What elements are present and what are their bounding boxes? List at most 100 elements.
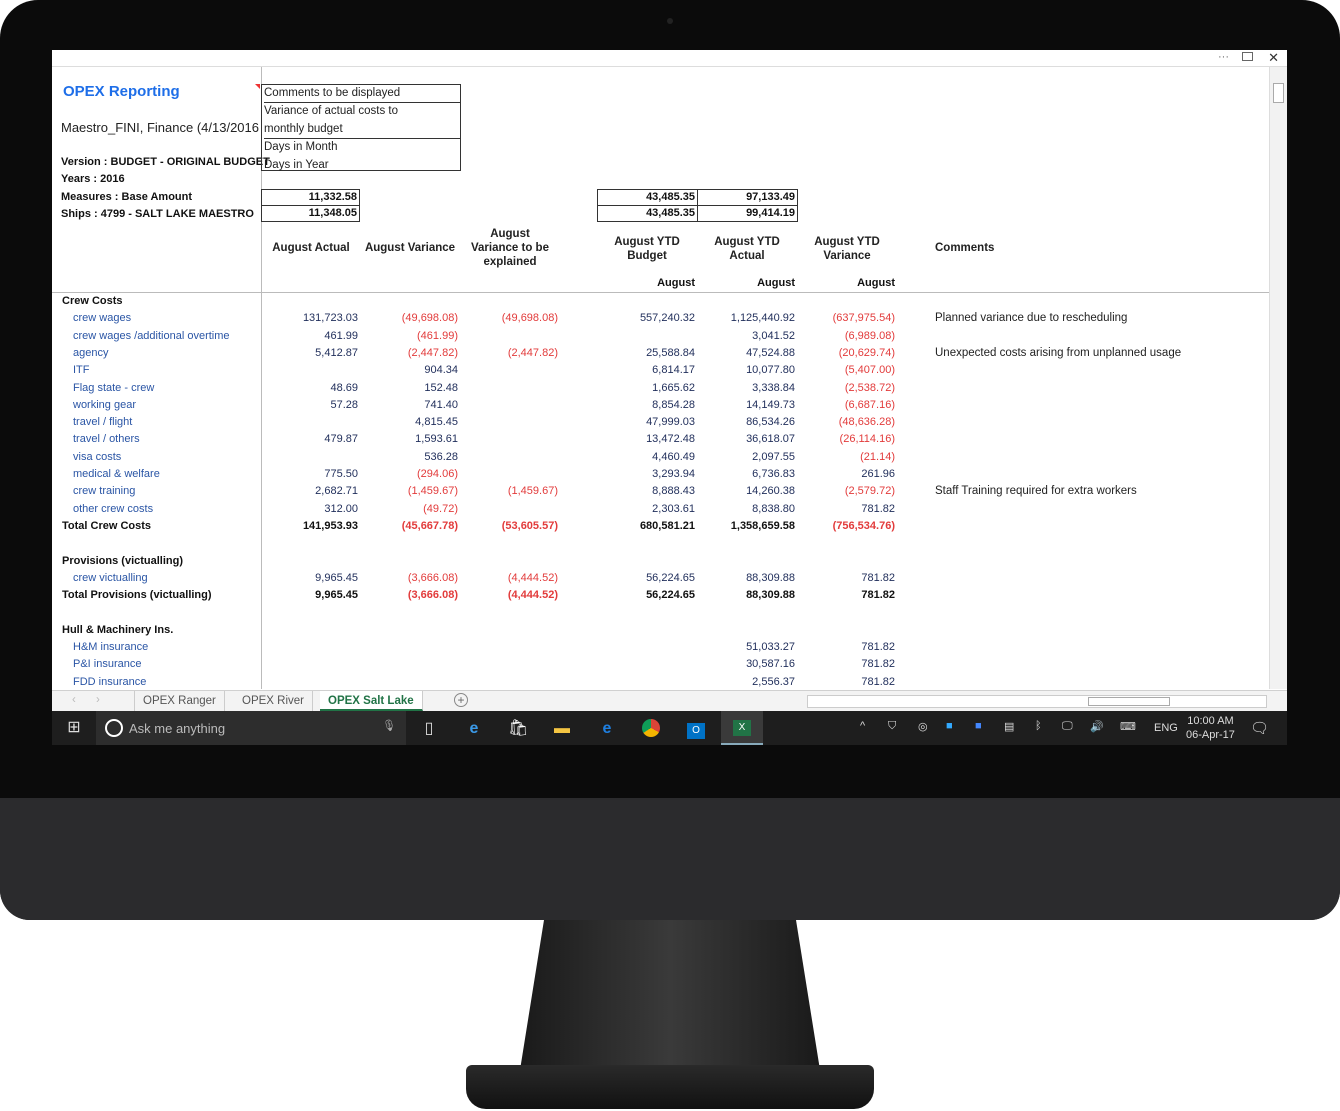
cell-ytd-variance[interactable]: 781.82 xyxy=(785,589,895,601)
cell-ytd-variance[interactable]: (637,975.54) xyxy=(785,312,895,324)
store-icon[interactable]: 🛍 xyxy=(508,719,528,739)
excel-taskbar-button[interactable]: X xyxy=(721,711,763,745)
restore-button[interactable] xyxy=(1242,52,1253,61)
cell-ytd-budget[interactable]: 56,224.65 xyxy=(585,572,695,584)
cell-ytd-actual[interactable]: 2,097.55 xyxy=(685,451,795,463)
cell-variance[interactable]: (3,666.08) xyxy=(348,589,458,601)
cell-ytd-budget[interactable]: 47,999.03 xyxy=(585,416,695,428)
cell-variance[interactable]: 4,815.45 xyxy=(348,416,458,428)
cell-variance[interactable]: 904.34 xyxy=(348,364,458,376)
action-center-icon[interactable]: 🗨 xyxy=(1250,719,1269,737)
cell-comment[interactable]: Unexpected costs arising from unplanned … xyxy=(935,347,1181,359)
cell-variance[interactable]: (45,667.78) xyxy=(348,520,458,532)
cell-ytd-actual[interactable]: 88,309.88 xyxy=(685,572,795,584)
cell-variance[interactable]: (49.72) xyxy=(348,503,458,515)
edge-icon[interactable]: e xyxy=(597,719,617,739)
cell-actual[interactable]: 48.69 xyxy=(248,382,358,394)
cell-ytd-actual[interactable]: 6,736.83 xyxy=(685,468,795,480)
cell-actual[interactable]: 2,682.71 xyxy=(248,485,358,497)
cell-variance[interactable]: 741.40 xyxy=(348,399,458,411)
cell-actual[interactable]: 5,412.87 xyxy=(248,347,358,359)
cell-ytd-actual[interactable]: 1,125,440.92 xyxy=(685,312,795,324)
search-box[interactable]: Ask me anything 🎙 xyxy=(96,711,406,745)
cell-explain[interactable]: (49,698.08) xyxy=(448,312,558,324)
cell-ytd-budget[interactable]: 8,888.43 xyxy=(585,485,695,497)
cell-ytd-budget[interactable]: 25,588.84 xyxy=(585,347,695,359)
cell-ytd-variance[interactable]: 781.82 xyxy=(785,676,895,688)
cell-ytd-variance[interactable]: (21.14) xyxy=(785,451,895,463)
task-view-icon[interactable]: ▯ xyxy=(419,719,439,739)
cell-ytd-actual[interactable]: 14,260.38 xyxy=(685,485,795,497)
cell-ytd-variance[interactable]: (2,538.72) xyxy=(785,382,895,394)
vm-icon[interactable]: ▤ xyxy=(1004,720,1014,733)
cell-ytd-budget[interactable]: 1,665.62 xyxy=(585,382,695,394)
clock[interactable]: 10:00 AM 06-Apr-17 xyxy=(1186,714,1235,742)
tray-app-icon[interactable]: ◎ xyxy=(918,720,928,733)
cell-ytd-actual[interactable]: 88,309.88 xyxy=(685,589,795,601)
horizontal-scrollbar[interactable] xyxy=(807,695,1267,708)
cell-ytd-variance[interactable]: (6,989.08) xyxy=(785,330,895,342)
cell-actual[interactable]: 312.00 xyxy=(248,503,358,515)
cell-ytd-actual[interactable]: 10,077.80 xyxy=(685,364,795,376)
cell-ytd-actual[interactable]: 14,149.73 xyxy=(685,399,795,411)
cell-ytd-budget[interactable]: 2,303.61 xyxy=(585,503,695,515)
next-sheet-button[interactable]: › xyxy=(96,694,100,706)
cell-actual[interactable]: 141,953.93 xyxy=(248,520,358,532)
cell-variance[interactable]: (294.06) xyxy=(348,468,458,480)
cell-variance[interactable]: 152.48 xyxy=(348,382,458,394)
cell-ytd-budget[interactable]: 3,293.94 xyxy=(585,468,695,480)
vertical-scrollbar[interactable] xyxy=(1269,67,1287,689)
cell-actual[interactable]: 461.99 xyxy=(248,330,358,342)
cell-ytd-budget[interactable]: 56,224.65 xyxy=(585,589,695,601)
cell-ytd-variance[interactable]: 781.82 xyxy=(785,572,895,584)
cell-ytd-variance[interactable]: (756,534.76) xyxy=(785,520,895,532)
more-options-button[interactable]: ··· xyxy=(1218,51,1229,63)
add-sheet-icon[interactable]: + xyxy=(454,693,468,707)
cell-ytd-budget[interactable]: 4,460.49 xyxy=(585,451,695,463)
internet-explorer-icon[interactable]: e xyxy=(464,719,484,739)
cell-actual[interactable]: 479.87 xyxy=(248,433,358,445)
cell-actual[interactable]: 57.28 xyxy=(248,399,358,411)
cell-actual[interactable]: 131,723.03 xyxy=(248,312,358,324)
cell-variance[interactable]: (3,666.08) xyxy=(348,572,458,584)
outlook-icon[interactable]: O xyxy=(686,719,706,739)
tray-app-3-icon[interactable]: ■ xyxy=(975,720,982,732)
cell-explain[interactable]: (4,444.52) xyxy=(448,572,558,584)
cell-ytd-actual[interactable]: 2,556.37 xyxy=(685,676,795,688)
cell-comment[interactable]: Staff Training required for extra worker… xyxy=(935,485,1137,497)
cell-variance[interactable]: 1,593.61 xyxy=(348,433,458,445)
prev-sheet-button[interactable]: ‹ xyxy=(72,694,76,706)
sheet-tab-opex-river[interactable]: OPEX River xyxy=(234,691,313,711)
cell-explain[interactable]: (2,447.82) xyxy=(448,347,558,359)
scrollbar-thumb[interactable] xyxy=(1273,83,1284,103)
language-indicator[interactable]: ENG xyxy=(1154,722,1178,734)
cell-ytd-variance[interactable]: 781.82 xyxy=(785,641,895,653)
cell-actual[interactable]: 9,965.45 xyxy=(248,572,358,584)
cell-ytd-budget[interactable]: 8,854.28 xyxy=(585,399,695,411)
cell-variance[interactable]: (1,459.67) xyxy=(348,485,458,497)
sheet-tab-opex-salt-lake[interactable]: OPEX Salt Lake xyxy=(320,691,423,711)
cell-ytd-actual[interactable]: 30,587.16 xyxy=(685,658,795,670)
file-explorer-icon[interactable]: ▬ xyxy=(552,719,572,739)
cell-ytd-variance[interactable]: 781.82 xyxy=(785,503,895,515)
defender-icon[interactable]: ⛉ xyxy=(888,720,896,733)
cell-actual[interactable]: 9,965.45 xyxy=(248,589,358,601)
horizontal-scrollbar-thumb[interactable] xyxy=(1088,697,1170,706)
network-icon[interactable]: 🖵 xyxy=(1062,720,1073,733)
cell-variance[interactable]: (461.99) xyxy=(348,330,458,342)
bluetooth-icon[interactable]: ᛒ xyxy=(1035,720,1042,732)
cell-explain[interactable]: (1,459.67) xyxy=(448,485,558,497)
cell-ytd-actual[interactable]: 1,358,659.58 xyxy=(685,520,795,532)
cell-ytd-variance[interactable]: (5,407.00) xyxy=(785,364,895,376)
cell-variance[interactable]: 536.28 xyxy=(348,451,458,463)
show-hidden-icons[interactable]: ^ xyxy=(860,720,865,732)
keyboard-icon[interactable]: ⌨ xyxy=(1120,720,1136,733)
microphone-icon[interactable]: 🎙 xyxy=(382,719,396,732)
cell-ytd-variance[interactable]: (2,579.72) xyxy=(785,485,895,497)
cell-comment[interactable]: Planned variance due to rescheduling xyxy=(935,312,1127,324)
cell-ytd-budget[interactable]: 680,581.21 xyxy=(585,520,695,532)
sheet-tab-opex-ranger[interactable]: OPEX Ranger xyxy=(134,691,225,711)
cell-explain[interactable]: (53,605.57) xyxy=(448,520,558,532)
cell-ytd-actual[interactable]: 51,033.27 xyxy=(685,641,795,653)
windows-start-icon[interactable]: ⊞ xyxy=(64,718,84,738)
